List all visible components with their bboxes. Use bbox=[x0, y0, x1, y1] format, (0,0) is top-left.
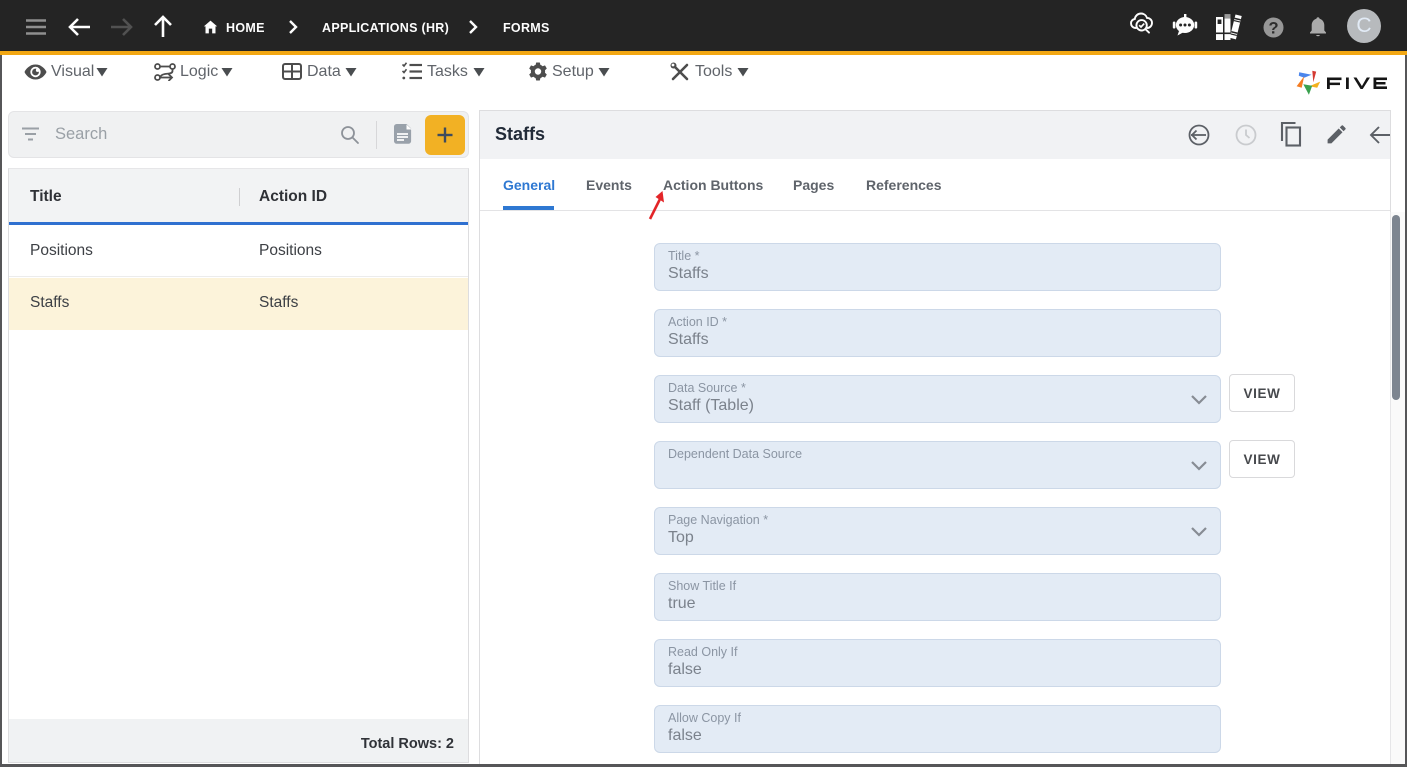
svg-text:?: ? bbox=[1268, 19, 1278, 37]
